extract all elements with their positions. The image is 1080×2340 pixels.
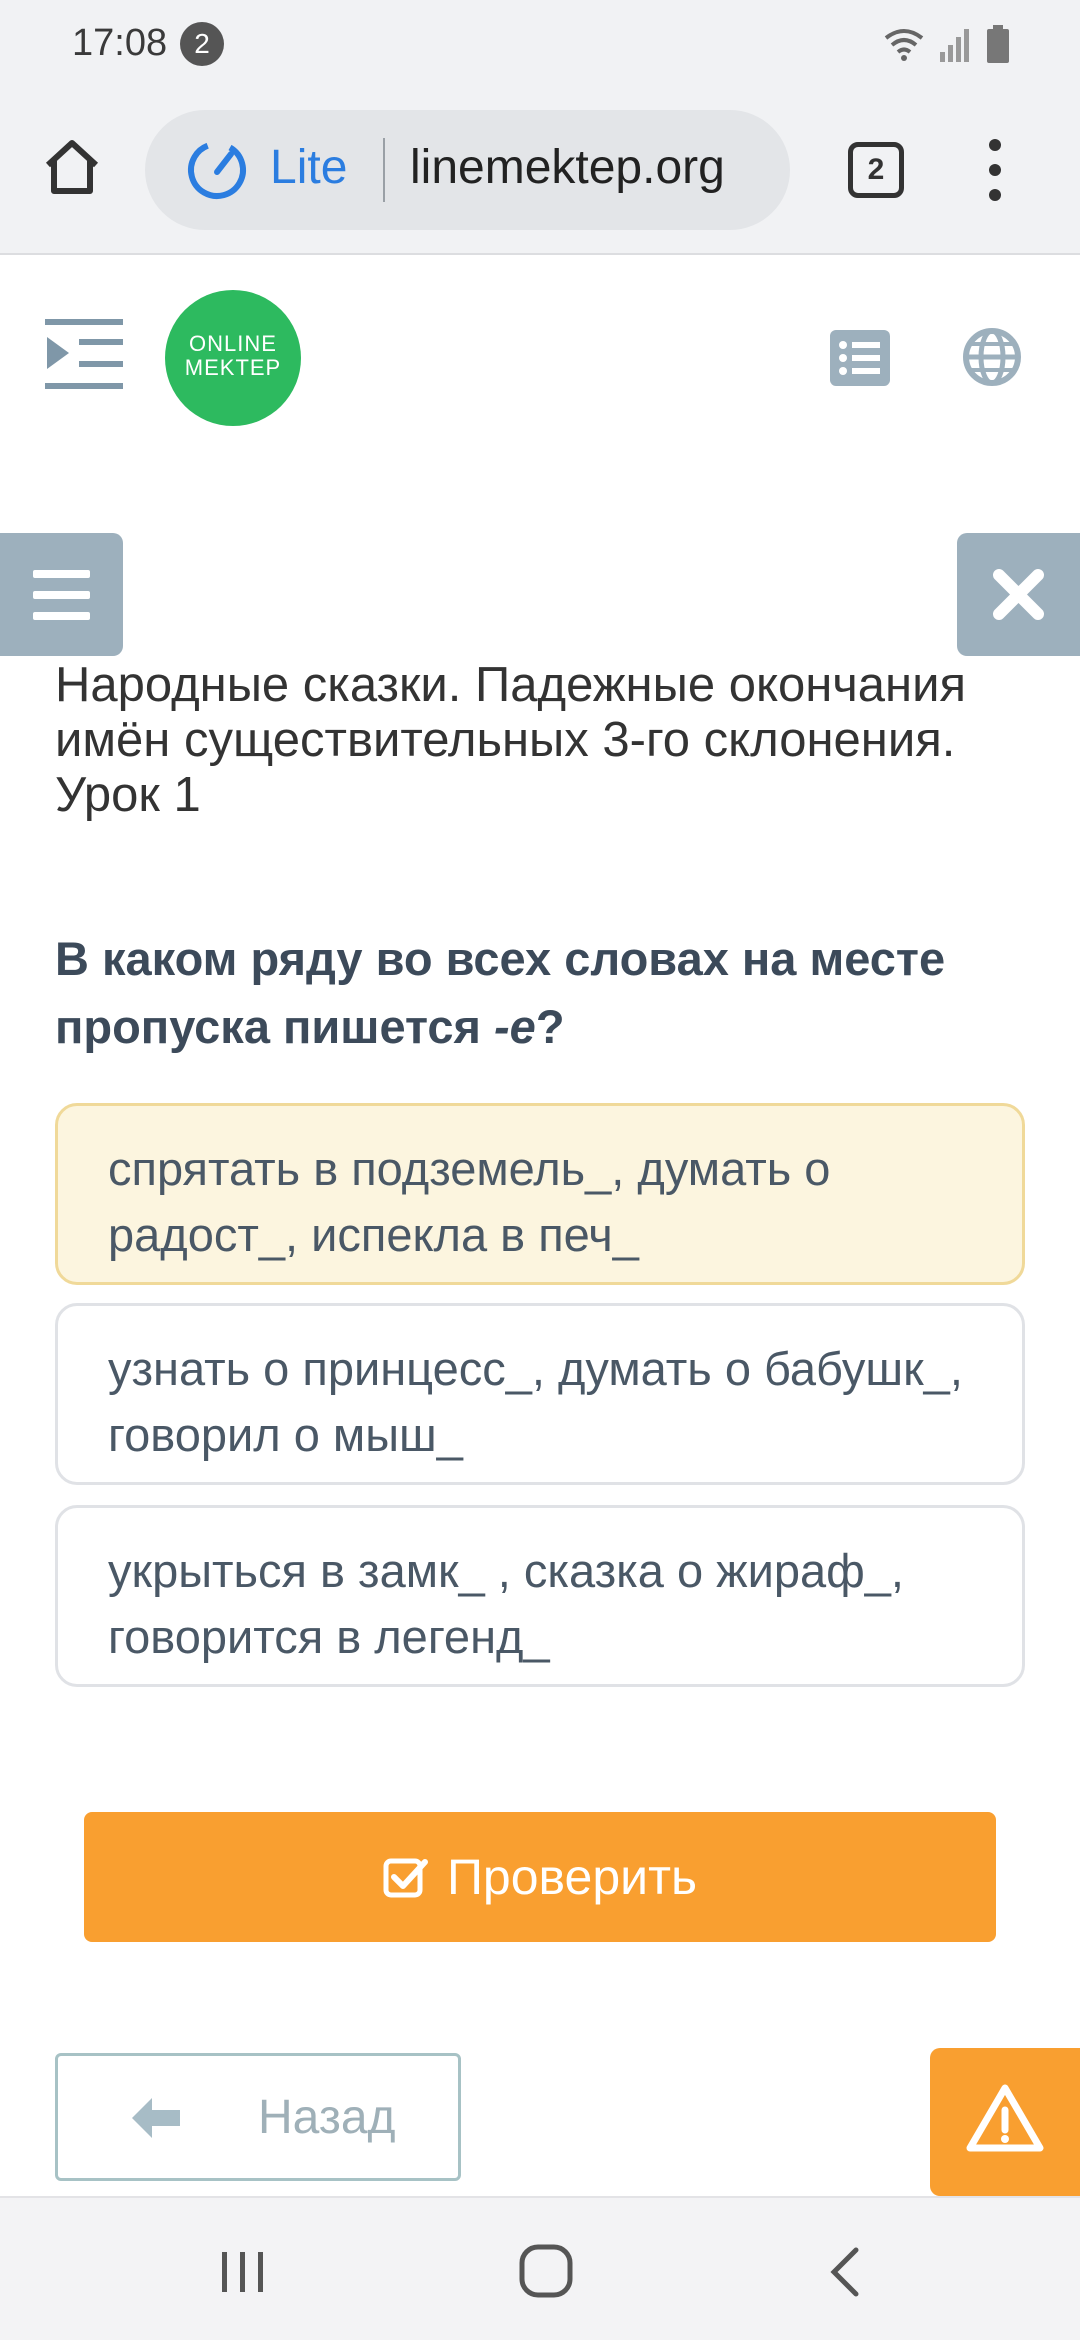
close-icon	[993, 569, 1044, 620]
report-button[interactable]	[930, 2048, 1080, 2196]
question-text-after: ?	[535, 1000, 565, 1053]
checkbox-icon	[383, 1858, 428, 1898]
check-button-label: Проверить	[446, 1849, 698, 1905]
lesson-title: Народные сказки. Падежные окончания имён…	[55, 658, 966, 822]
logo[interactable]: ONLINE MEKTEP	[165, 290, 301, 426]
wifi-icon	[884, 29, 924, 61]
side-menu-button[interactable]	[0, 533, 123, 656]
check-button[interactable]: Проверить	[84, 1812, 996, 1942]
answer-option[interactable]: укрыться в замк_ , сказка о жираф_, гово…	[55, 1505, 1025, 1687]
system-home-icon[interactable]	[518, 2243, 574, 2299]
lite-mode-label: Lite	[270, 141, 348, 194]
hamburger-icon	[33, 570, 90, 578]
logo-line-1: ONLINE	[189, 331, 277, 356]
url-text: linemektep.org	[410, 141, 725, 194]
home-icon[interactable]	[40, 135, 104, 199]
status-icons	[884, 22, 1010, 66]
question-emphasis: -е	[494, 1000, 536, 1053]
question-text: В каком ряду во всех словах на месте про…	[55, 925, 1035, 1061]
globe-icon[interactable]	[962, 327, 1022, 387]
address-bar[interactable]: Lite linemektep.org	[145, 110, 790, 230]
hamburger-icon-bar	[33, 591, 90, 599]
status-time: 17:08	[72, 22, 168, 64]
app-header: ONLINE MEKTEP	[0, 255, 1080, 465]
logo-line-2: MEKTEP	[184, 355, 282, 380]
notification-count-badge: 2	[180, 22, 224, 66]
signal-icon	[940, 29, 969, 62]
answer-option[interactable]: узнать о принцесс_, думать о бабушк_, го…	[55, 1303, 1025, 1485]
tabs-button[interactable]: 2	[848, 142, 904, 198]
recent-apps-icon[interactable]	[218, 2250, 268, 2294]
speedometer-icon	[188, 141, 246, 200]
more-vert-icon[interactable]	[980, 135, 1010, 205]
sidebar-indent-icon[interactable]	[45, 315, 123, 393]
arrow-left-icon	[132, 2098, 180, 2138]
close-button[interactable]	[957, 533, 1080, 656]
hamburger-icon-bar	[33, 612, 90, 620]
back-button[interactable]: Назад	[55, 2053, 461, 2181]
list-icon[interactable]	[830, 330, 890, 386]
url-separator	[383, 138, 385, 202]
browser-toolbar: Lite linemektep.org 2	[0, 90, 1080, 255]
status-bar: 17:08 2	[0, 0, 1080, 90]
back-button-label: Назад	[258, 2091, 396, 2144]
answer-option[interactable]: спрятать в подземель_, думать о радост_,…	[55, 1103, 1025, 1285]
system-back-icon[interactable]	[826, 2246, 866, 2298]
battery-icon	[987, 25, 1009, 63]
system-navigation-bar	[0, 2196, 1080, 2340]
warning-icon	[966, 2084, 1044, 2152]
